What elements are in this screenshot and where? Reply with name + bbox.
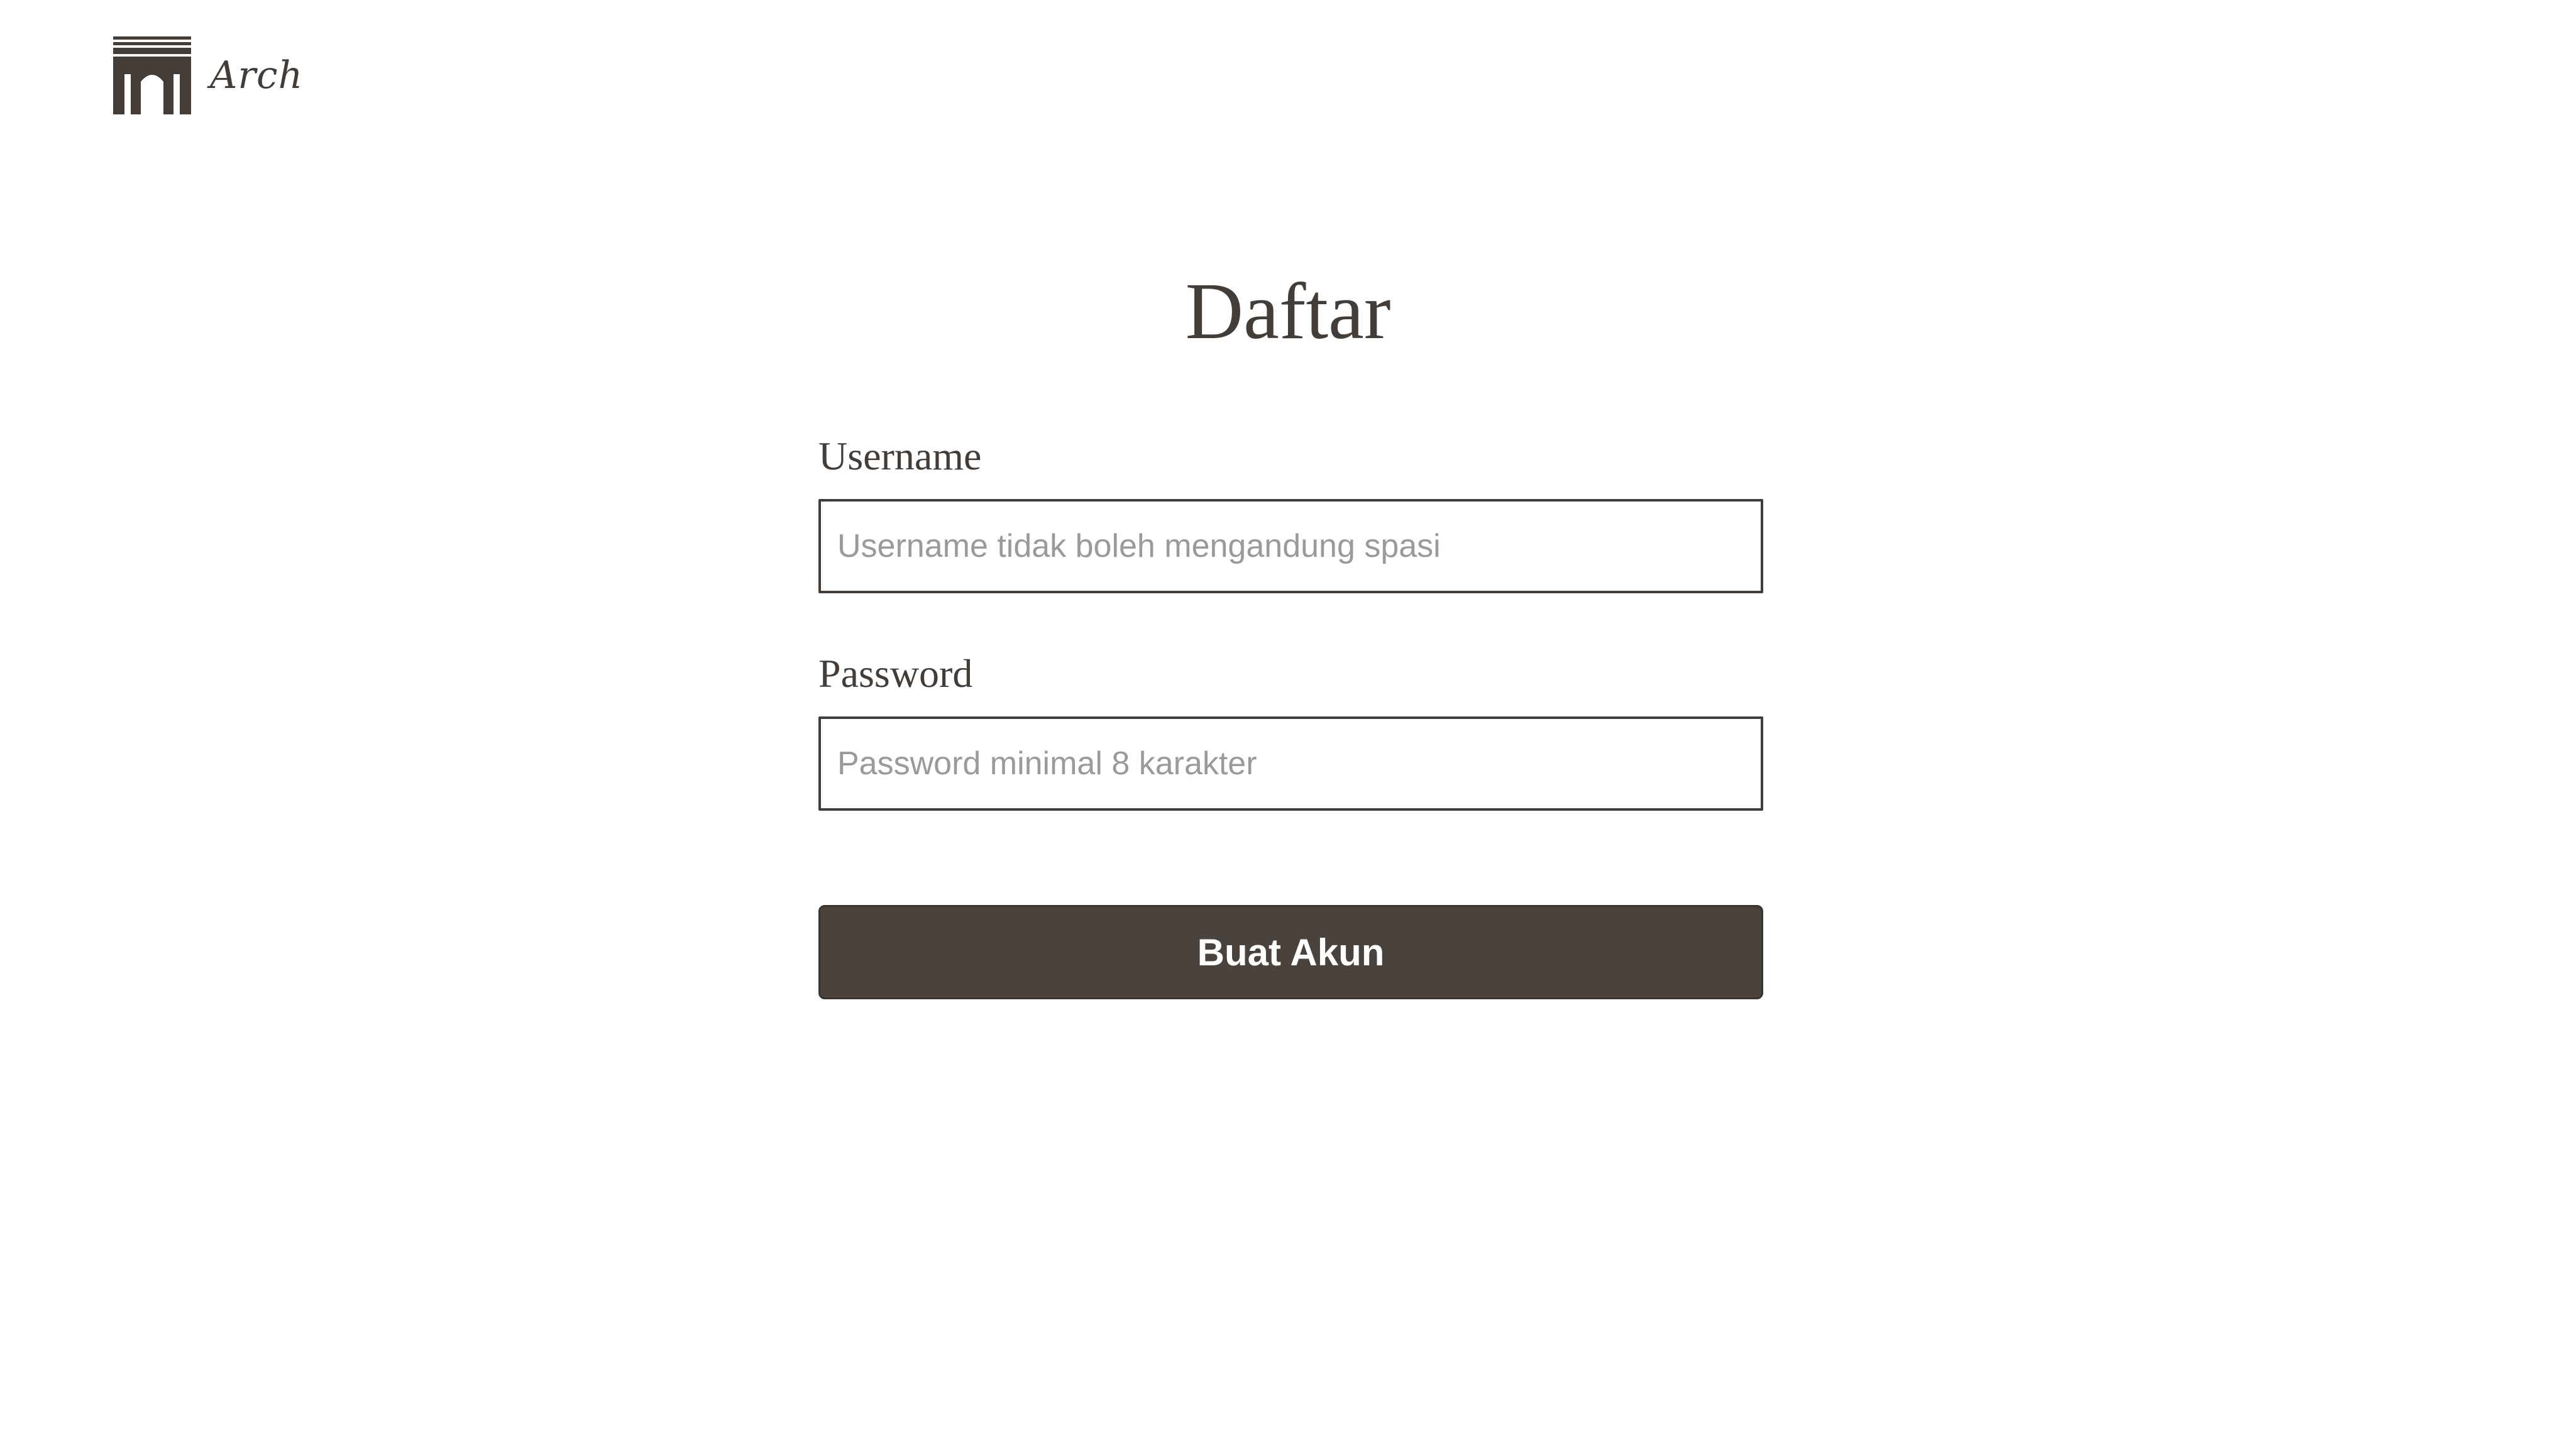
password-label: Password (818, 651, 973, 696)
password-input[interactable] (818, 716, 1763, 811)
arch-building-icon (113, 36, 191, 114)
username-input[interactable] (818, 499, 1763, 593)
brand-name: Arch (210, 53, 304, 97)
username-label: Username (818, 434, 982, 478)
create-account-button[interactable]: Buat Akun (818, 905, 1763, 999)
page-title: Daftar (1185, 266, 1391, 356)
brand[interactable]: Arch (113, 36, 303, 114)
